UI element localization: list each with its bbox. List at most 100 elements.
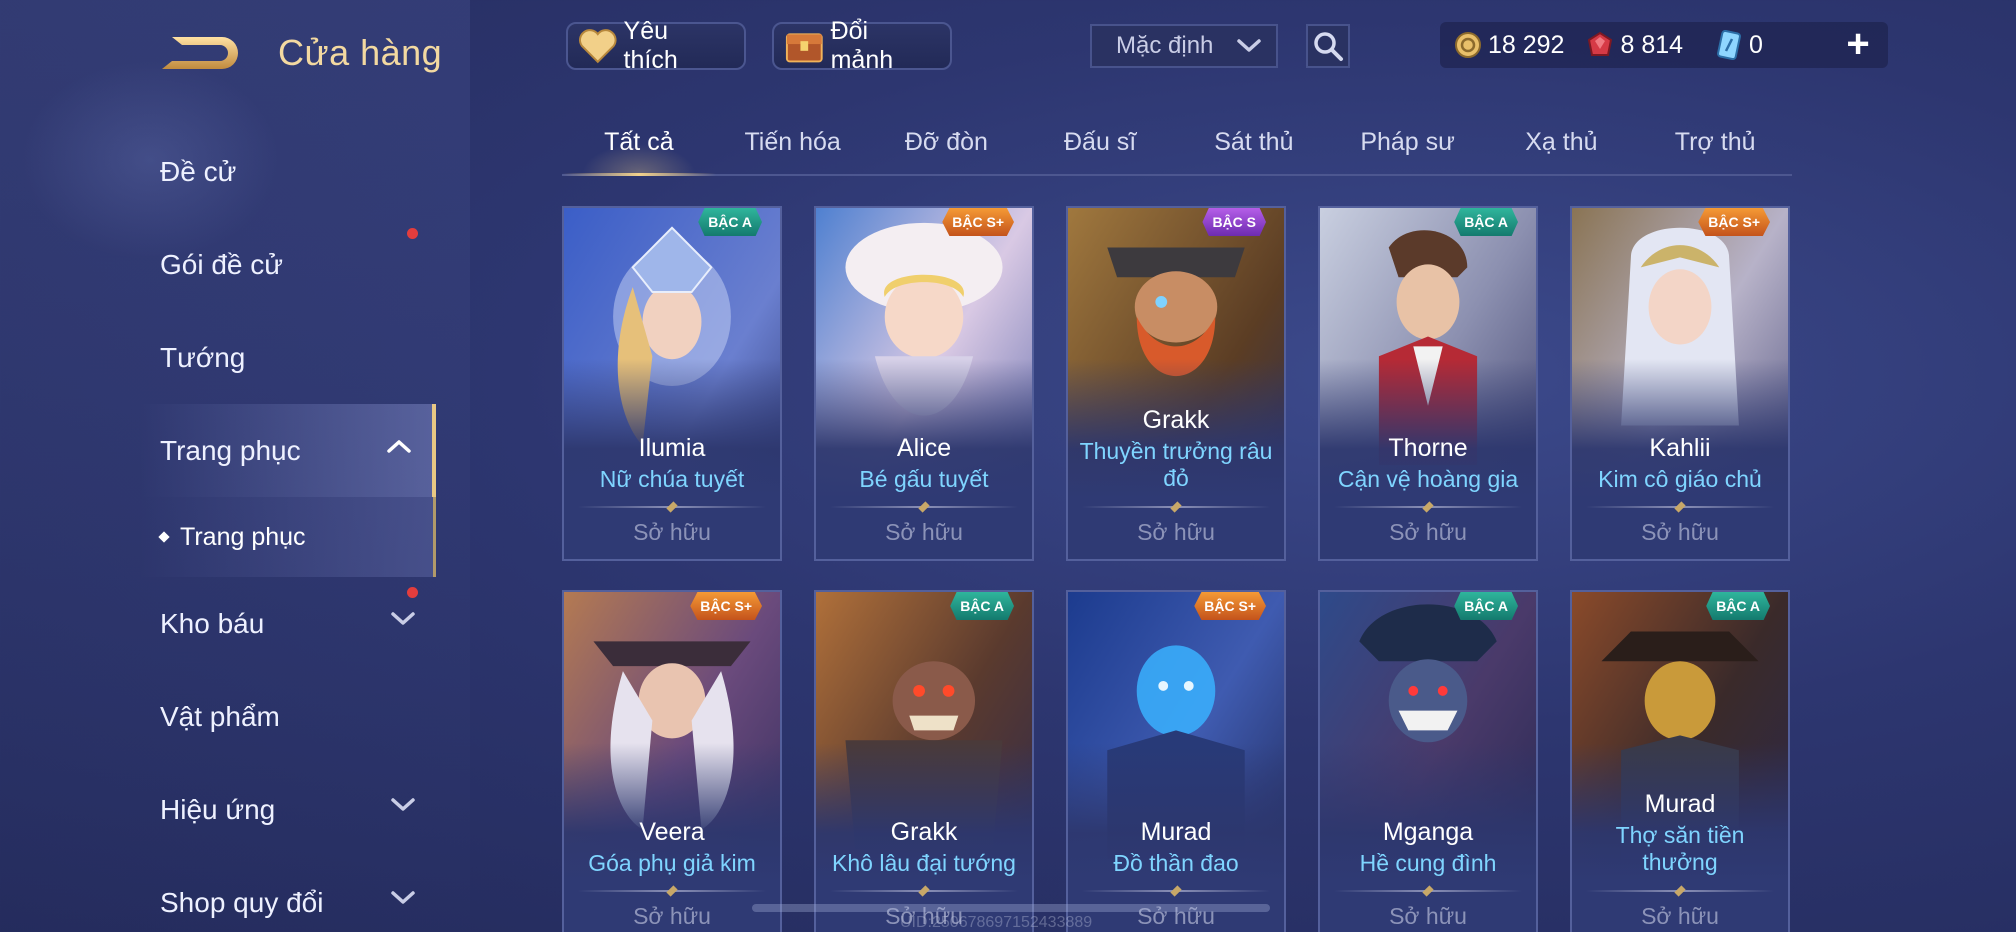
chevron-up-icon (387, 440, 411, 453)
tier-badge: BẬC A (950, 592, 1014, 620)
skin-card[interactable]: BẬC A Ilumia Nữ chúa tuyết Sở hữu (562, 206, 782, 561)
skin-name: Cận vệ hoàng gia (1337, 466, 1519, 492)
skin-card[interactable]: BẬC A Grakk Khô lâu đại tướng Sở hữu (814, 590, 1034, 932)
sidebar-item-items[interactable]: Vật phẩm (140, 670, 436, 763)
tab-mage[interactable]: Pháp sư (1331, 120, 1485, 174)
search-button[interactable] (1306, 24, 1350, 68)
owned-status: Sở hữu (1641, 903, 1719, 929)
notification-dot (407, 228, 418, 239)
sort-dropdown[interactable]: Mặc định (1090, 24, 1278, 68)
gold-balance: 18 292 (1454, 31, 1564, 60)
gold-coin-icon (1455, 32, 1481, 58)
treasure-chest-icon (785, 33, 823, 63)
card-divider (1082, 506, 1270, 508)
tab-tank[interactable]: Đỡ đòn (870, 120, 1024, 174)
sidebar-item-heroes[interactable]: Tướng (140, 311, 436, 404)
tab-evolution[interactable]: Tiến hóa (716, 120, 870, 174)
sidebar-item-label: Gói đề cử (160, 248, 284, 280)
skin-name: Thuyền trưởng râu đỏ (1079, 438, 1273, 491)
card-divider (1334, 506, 1522, 508)
exchange-shards-button[interactable]: Đổi mảnh (772, 17, 952, 74)
skin-card[interactable]: BẬC A Murad Thợ săn tiền thưởng Sở hữu (1570, 590, 1790, 932)
sidebar-item-label: Trang phục (160, 434, 301, 466)
skin-card[interactable]: BẬC S+ Murad Đồ thần đao Sở hữu (1066, 590, 1286, 932)
tier-badge: BẬC A (1706, 592, 1770, 620)
skin-card[interactable]: BẬC A Mganga Hề cung đình Sở hữu (1318, 590, 1538, 932)
shards-label: Đổi mảnh (830, 17, 894, 74)
skin-name: Nữ chúa tuyết (599, 466, 745, 492)
page-title: Cửa hàng (278, 32, 443, 73)
back-arrow-icon (162, 37, 238, 69)
favorites-button[interactable]: Yêu thích (566, 17, 746, 74)
sidebar-item-exchange-shop[interactable]: Shop quy đổi (140, 856, 436, 932)
skin-card[interactable]: BẬC S+ Alice Bé gấu tuyết Sở hữu (814, 206, 1034, 561)
sidebar-item-treasure[interactable]: Kho báu (140, 577, 436, 670)
card-divider (1082, 890, 1270, 892)
tab-assassin[interactable]: Sát thủ (1177, 120, 1331, 174)
notification-dot (407, 587, 418, 598)
sidebar-item-label: Shop quy đổi (160, 886, 324, 918)
card-divider (1586, 890, 1774, 892)
horizontal-scrollbar[interactable] (752, 904, 1270, 912)
sidebar-item-effects[interactable]: Hiệu ứng (140, 763, 436, 856)
chevron-down-icon (391, 612, 415, 625)
tier-badge: BẬC S+ (942, 208, 1014, 236)
owned-status: Sở hữu (633, 903, 711, 929)
tab-support[interactable]: Trợ thủ (1638, 120, 1792, 174)
tier-badge: BẬC A (698, 208, 762, 236)
tier-badge: BẬC A (1454, 208, 1518, 236)
top-up-plus-button[interactable]: + (1838, 22, 1878, 66)
hero-name: Grakk (890, 818, 958, 846)
hero-name: Alice (896, 434, 952, 462)
hero-name: Mganga (1382, 818, 1474, 846)
search-icon (1314, 32, 1343, 61)
owned-status: Sở hữu (1137, 519, 1215, 545)
role-filter-tabs: Tất cả Tiến hóa Đỡ đòn Đấu sĩ Sát thủ Ph… (562, 120, 1792, 176)
chevron-down-icon (1237, 39, 1261, 52)
sidebar-item-label: Vật phẩm (160, 700, 280, 732)
favorites-label: Yêu thích (623, 17, 678, 74)
skin-name: Thợ săn tiền thưởng (1615, 822, 1745, 875)
skin-card[interactable]: BẬC S Grakk Thuyền trưởng râu đỏ Sở hữu (1066, 206, 1286, 561)
ruby-gem-icon (1588, 31, 1613, 56)
chevron-down-icon (391, 798, 415, 811)
card-divider (830, 890, 1018, 892)
tab-warrior[interactable]: Đấu sĩ (1023, 120, 1177, 174)
sidebar-item-recommended[interactable]: Đề cử (140, 125, 436, 218)
skin-name: Khô lâu đại tướng (832, 850, 1016, 876)
card-divider (578, 506, 766, 508)
hero-name: Murad (1140, 818, 1212, 846)
sidebar-nav: Đề cử Gói đề cử Tướng Trang phục Trang p… (140, 125, 436, 932)
tier-badge: BẬC S+ (1698, 208, 1770, 236)
chevron-down-icon (391, 891, 415, 904)
skin-card[interactable]: BẬC S+ Kahlii Kim cô giáo chủ Sở hữu (1570, 206, 1790, 561)
card-divider (578, 890, 766, 892)
sidebar-item-recommended-bundles[interactable]: Gói đề cử (140, 218, 436, 311)
voucher-balance: 0 (1715, 30, 1763, 60)
sidebar-subitem-skins[interactable]: Trang phục (140, 497, 436, 577)
tab-marksman[interactable]: Xạ thủ (1485, 120, 1639, 174)
hero-name: Ilumia (638, 434, 706, 462)
sidebar-subitem-label: Trang phục (180, 522, 306, 551)
tier-badge: BẬC S+ (690, 592, 762, 620)
tier-badge: BẬC S+ (1194, 592, 1266, 620)
hero-name: Kahlii (1649, 434, 1711, 462)
hero-name: Grakk (1142, 406, 1210, 434)
skin-card[interactable]: BẬC A Thorne Cận vệ hoàng gia Sở hữu (1318, 206, 1538, 561)
skin-name: Góa phụ giả kim (588, 850, 756, 876)
hero-name: Murad (1644, 790, 1716, 818)
sort-value: Mặc định (1116, 32, 1214, 59)
ruby-amount: 8 814 (1620, 30, 1684, 59)
owned-status: Sở hữu (1641, 519, 1719, 545)
voucher-amount: 0 (1749, 30, 1763, 59)
ruby-balance: 8 814 (1586, 31, 1683, 60)
currency-bar: 18 292 8 814 0 (1440, 22, 1888, 68)
tab-all[interactable]: Tất cả (562, 120, 716, 176)
skin-card[interactable]: BẬC S+ Veera Góa phụ giả kim Sở hữu (562, 590, 782, 932)
back-button[interactable] (158, 30, 242, 76)
tier-badge: BẬC S (1202, 208, 1266, 236)
card-divider (830, 506, 1018, 508)
skin-name: Bé gấu tuyết (859, 466, 989, 492)
sidebar-item-skins[interactable]: Trang phục (140, 404, 436, 497)
owned-status: Sở hữu (633, 519, 711, 545)
